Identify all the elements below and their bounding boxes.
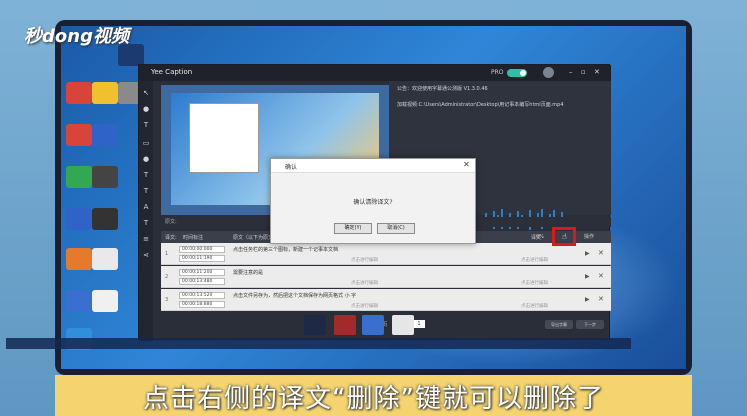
source-text[interactable]: 点击文件另存为，然后把这个文档保存为网页格式 小 字	[233, 292, 403, 299]
desktop-icon-2[interactable]	[92, 82, 118, 104]
desktop-icon-11[interactable]	[92, 248, 118, 270]
table-row[interactable]: 2 00:00:11:200 00:00:13:480 需要注意的是 点击进行编…	[161, 266, 611, 288]
translate-icon[interactable]: A	[142, 203, 150, 211]
end-time-input[interactable]: 00:00:11:190	[179, 255, 225, 262]
confirm-dialog: 确认 ✕ 确认清除译文? 确定(Y) 取消(C)	[270, 158, 476, 244]
app-title: Yee Caption	[151, 68, 193, 76]
pro-toggle[interactable]	[507, 69, 527, 77]
dialog-cancel-button[interactable]: 取消(C)	[377, 223, 415, 234]
taskbar-app-4[interactable]	[392, 315, 414, 335]
avatar[interactable]	[543, 67, 554, 78]
text2-icon[interactable]: T	[142, 171, 150, 179]
progress-text: 0%	[536, 234, 544, 240]
dialog-title-bar[interactable]: 确认 ✕	[271, 159, 475, 173]
dialog-message: 确认清除译文?	[353, 199, 393, 206]
desktop-icon-8[interactable]	[66, 208, 92, 230]
desktop-icon-1[interactable]	[66, 82, 92, 104]
edit-hint-translation[interactable]: 点击进行编辑	[521, 280, 548, 286]
close-button[interactable]: ✕	[594, 68, 600, 76]
desktop-icon-9[interactable]	[92, 208, 118, 230]
caption-icon[interactable]: ▭	[142, 139, 150, 147]
desktop-icon-5[interactable]	[92, 124, 118, 146]
row-number: 2	[165, 274, 169, 280]
desktop-icon-6[interactable]	[66, 166, 92, 188]
play-icon[interactable]: ▶	[585, 273, 590, 280]
row-number: 1	[165, 251, 169, 257]
timeline-label: 原文:	[165, 219, 177, 225]
announcement-text: 公告：欢迎使用字幕通公测版 V1.3.0.46	[397, 86, 488, 92]
start-time-input[interactable]: 00:00:11:200	[179, 269, 225, 276]
text3-icon[interactable]: T	[142, 187, 150, 195]
start-time-input[interactable]: 00:00:00:000	[179, 246, 225, 253]
taskbar-app-1[interactable]	[304, 315, 326, 335]
play-icon[interactable]: ▶	[585, 250, 590, 257]
watermark-logo: 秒dong视频	[24, 26, 129, 47]
mic2-icon[interactable]: ●	[142, 155, 150, 163]
taskbar-app-3[interactable]	[362, 315, 384, 335]
left-toolbar: ↖ ● T ▭ ● T T A T ≡ ⋖	[139, 81, 153, 341]
share-icon[interactable]: ⋖	[142, 251, 150, 259]
mic-icon[interactable]: ●	[142, 105, 150, 113]
edit-hint-source[interactable]: 点击进行编辑	[351, 303, 378, 309]
start-time-input[interactable]: 00:00:13:520	[179, 292, 225, 299]
dialog-ok-button[interactable]: 确定(Y)	[334, 223, 372, 234]
export-button[interactable]: 导出字幕	[545, 320, 573, 329]
taskbar[interactable]	[6, 338, 631, 349]
page-input[interactable]: 1	[413, 320, 425, 328]
operation-label: 操作	[584, 234, 595, 240]
delete-icon[interactable]: ✕	[598, 272, 604, 280]
desktop-icon-7[interactable]	[92, 166, 118, 188]
table-row[interactable]: 3 00:00:13:520 00:00:18:880 点击文件另存为，然后把这…	[161, 289, 611, 311]
source-text[interactable]: 点击任务栏的第三个图标，新建一个记事本文档	[233, 246, 403, 253]
dialog-title: 确认	[285, 164, 298, 171]
source-text[interactable]: 需要注意的是	[233, 269, 403, 276]
ps-icon[interactable]	[118, 44, 144, 66]
delete-icon[interactable]: ✕	[598, 249, 604, 257]
delete-icon[interactable]: ✕	[598, 295, 604, 303]
play-icon[interactable]: ▶	[585, 296, 590, 303]
preview-window	[189, 103, 259, 173]
subtitle-text: 点击右侧的译文“删除”键就可以删除了	[143, 384, 604, 414]
minimize-button[interactable]: –	[569, 68, 573, 76]
maximize-button[interactable]: ▫	[581, 68, 586, 76]
dialog-close-icon[interactable]: ✕	[463, 160, 470, 169]
cursor-icon[interactable]: ↖	[142, 89, 150, 97]
taskbar-app-2[interactable]	[334, 315, 356, 335]
header-translation-label: 译文:	[165, 235, 177, 241]
subtitle-icon[interactable]: T	[142, 219, 150, 227]
desktop-icon-10[interactable]	[66, 248, 92, 270]
header-time: 时间标注	[183, 235, 204, 241]
loaded-file-text: 加载视频:C:\Users\Administrator\Desktop\用记事本…	[397, 102, 564, 108]
end-time-input[interactable]: 00:00:13:480	[179, 278, 225, 285]
desktop-icon-12[interactable]	[66, 290, 92, 312]
row-number: 3	[165, 297, 169, 303]
pro-label: PRO	[491, 69, 504, 76]
list-icon[interactable]: ≡	[142, 235, 150, 243]
mouse-cursor-icon: ☝	[562, 232, 567, 241]
table-row[interactable]: 1 00:00:00:000 00:00:11:190 点击任务栏的第三个图标，…	[161, 243, 611, 265]
text-icon[interactable]: T	[142, 121, 150, 129]
desktop-icon-4[interactable]	[66, 124, 92, 146]
next-step-button[interactable]: 下一步	[576, 320, 604, 329]
end-time-input[interactable]: 00:00:18:880	[179, 301, 225, 308]
edit-hint-translation[interactable]: 点击进行编辑	[521, 303, 548, 309]
title-bar[interactable]: Yee Caption PRO – ▫ ✕	[139, 65, 611, 81]
edit-hint-source[interactable]: 点击进行编辑	[351, 257, 378, 263]
edit-hint-translation[interactable]: 点击进行编辑	[521, 257, 548, 263]
desktop-icon-13[interactable]	[92, 290, 118, 312]
edit-hint-source[interactable]: 点击进行编辑	[351, 280, 378, 286]
